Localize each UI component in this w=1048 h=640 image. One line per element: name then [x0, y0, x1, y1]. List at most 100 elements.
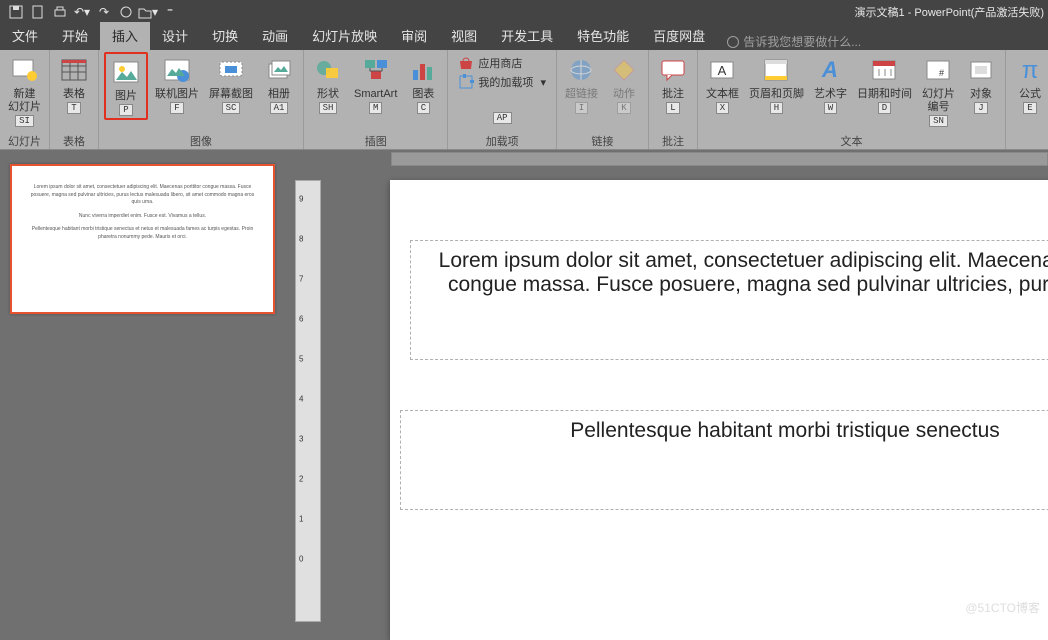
tab-features[interactable]: 特色功能	[565, 22, 641, 50]
group-illustrations: 形状 SH SmartArt M 图表 C 插图	[304, 50, 448, 149]
svg-text:A: A	[718, 63, 727, 78]
slide-canvas[interactable]: Lorem ipsum dolor sit amet, consectetuer…	[390, 180, 1048, 640]
new-slide-button[interactable]: 新建 幻灯片 SI	[4, 52, 45, 129]
tab-slideshow[interactable]: 幻灯片放映	[300, 22, 389, 50]
ruler-tick: 8	[299, 235, 303, 244]
tab-view[interactable]: 视图	[439, 22, 489, 50]
shapes-button[interactable]: 形状 SH	[308, 52, 348, 116]
comment-icon	[657, 54, 689, 86]
chart-button[interactable]: 图表 C	[403, 52, 443, 116]
qat-open[interactable]: ▾	[138, 2, 158, 22]
qat-save[interactable]	[6, 2, 26, 22]
textbox-button[interactable]: A 文本框 X	[702, 52, 743, 116]
slide-canvas-area[interactable]: Lorem ipsum dolor sit amet, consectetuer…	[390, 180, 1048, 622]
ruler-tick: 0	[299, 555, 303, 564]
date-time-icon	[868, 54, 900, 86]
group-tables: 表格 T 表格	[50, 50, 99, 149]
qat-touch[interactable]	[116, 2, 136, 22]
date-time-button[interactable]: 日期和时间 D	[853, 52, 916, 116]
textbox-icon: A	[706, 54, 738, 86]
table-button[interactable]: 表格 T	[54, 52, 94, 116]
table-icon	[58, 54, 90, 86]
ruler-tick: 4	[299, 395, 303, 404]
tab-home[interactable]: 开始	[50, 22, 100, 50]
ruler-tick: 1	[299, 515, 303, 524]
action-icon	[608, 54, 640, 86]
object-button[interactable]: 对象 J	[961, 52, 1001, 116]
title-bar: ↶▾ ↷ ▾ ⁼ 演示文稿1 - PowerPoint(产品激活失败)	[0, 0, 1048, 24]
vertical-ruler: 9876543210	[295, 168, 321, 622]
smartart-button[interactable]: SmartArt M	[350, 52, 401, 116]
group-symbols: π 公式 E	[1006, 50, 1048, 149]
tab-transitions[interactable]: 切换	[200, 22, 250, 50]
svg-text:#: #	[939, 68, 944, 78]
header-footer-button[interactable]: 页眉和页脚 H	[745, 52, 808, 116]
qat-more[interactable]: ⁼	[160, 2, 180, 22]
online-picture-icon	[161, 54, 193, 86]
ruler-tick: 9	[299, 195, 303, 204]
picture-icon	[110, 56, 142, 88]
tell-me-placeholder: 告诉我您想要做什么...	[743, 33, 861, 50]
horizontal-ruler	[321, 150, 1048, 168]
chart-icon	[407, 54, 439, 86]
hyperlink-icon	[565, 54, 597, 86]
group-comments: 批注 L 批注	[649, 50, 698, 149]
svg-text:A: A	[822, 57, 839, 82]
screenshot-icon	[215, 54, 247, 86]
ruler-tick: 2	[299, 475, 303, 484]
store-icon	[458, 55, 474, 71]
album-icon	[263, 54, 295, 86]
keytip: SI	[15, 115, 34, 127]
ribbon: 新建 幻灯片 SI 幻灯片 表格 T 表格 图片 P 联机图片	[0, 50, 1048, 150]
qat-new[interactable]	[28, 2, 48, 22]
online-picture-button[interactable]: 联机图片 F	[151, 52, 203, 116]
thumbnail-pane[interactable]: Lorem ipsum dolor sit amet, consectetuer…	[0, 150, 295, 622]
watermark: @51CTO博客	[965, 599, 1040, 616]
tab-file[interactable]: 文件	[0, 22, 50, 50]
album-button[interactable]: 相册 A1	[259, 52, 299, 116]
slide-number-button[interactable]: # 幻灯片 编号 SN	[918, 52, 959, 129]
tab-insert[interactable]: 插入	[100, 22, 150, 50]
app-store-button[interactable]: 应用商店	[454, 54, 550, 72]
slide-number-icon: #	[922, 54, 954, 86]
picture-button[interactable]: 图片 P	[104, 52, 148, 120]
action-button: 动作 K	[604, 52, 644, 116]
wordart-button[interactable]: A 艺术字 W	[810, 52, 851, 116]
tell-me-search[interactable]: 告诉我您想要做什么...	[727, 33, 861, 50]
tab-developer[interactable]: 开发工具	[489, 22, 565, 50]
tab-animations[interactable]: 动画	[250, 22, 300, 50]
group-addins: 应用商店 我的加载项 ▾ AP 加载项	[448, 50, 557, 149]
group-text: A 文本框 X 页眉和页脚 H A 艺术字 W 日期和时间 D # 幻灯片	[698, 50, 1006, 149]
wordart-icon: A	[814, 54, 846, 86]
ribbon-tabs: 文件 开始 插入 设计 切换 动画 幻灯片放映 审阅 视图 开发工具 特色功能 …	[0, 24, 1048, 50]
group-images: 图片 P 联机图片 F 屏幕截图 SC 相册 A1 图像	[99, 50, 304, 149]
smartart-icon	[360, 54, 392, 86]
ruler-tick: 7	[299, 275, 303, 284]
tab-review[interactable]: 审阅	[389, 22, 439, 50]
slide-thumbnail-1[interactable]: Lorem ipsum dolor sit amet, consectetuer…	[10, 164, 275, 314]
qat-undo[interactable]: ↶▾	[72, 2, 92, 22]
text-placeholder-2[interactable]: Pellentesque habitant morbi tristique se…	[400, 410, 1048, 510]
header-footer-icon	[760, 54, 792, 86]
text-placeholder-1[interactable]: Lorem ipsum dolor sit amet, consectetuer…	[410, 240, 1048, 360]
screenshot-button[interactable]: 屏幕截图 SC	[205, 52, 257, 116]
quick-access-toolbar: ↶▾ ↷ ▾ ⁼	[0, 2, 180, 22]
equation-icon: π	[1014, 54, 1046, 86]
tab-design[interactable]: 设计	[150, 22, 200, 50]
shapes-icon	[312, 54, 344, 86]
qat-redo[interactable]: ↷	[94, 2, 114, 22]
slide-editor: 9876543210 Lorem ipsum dolor sit amet, c…	[295, 150, 1048, 622]
equation-button[interactable]: π 公式 E	[1010, 52, 1048, 116]
ruler-tick: 6	[299, 315, 303, 324]
comment-button[interactable]: 批注 L	[653, 52, 693, 116]
workspace: Lorem ipsum dolor sit amet, consectetuer…	[0, 150, 1048, 622]
object-icon	[965, 54, 997, 86]
ruler-tick: 3	[299, 435, 303, 444]
addins-icon	[458, 74, 474, 90]
svg-text:π: π	[1022, 57, 1039, 84]
group-slides: 新建 幻灯片 SI 幻灯片	[0, 50, 50, 149]
qat-print[interactable]	[50, 2, 70, 22]
tab-baidu[interactable]: 百度网盘	[641, 22, 717, 50]
bulb-icon	[727, 36, 739, 48]
my-addins-button[interactable]: 我的加载项 ▾	[454, 73, 550, 91]
